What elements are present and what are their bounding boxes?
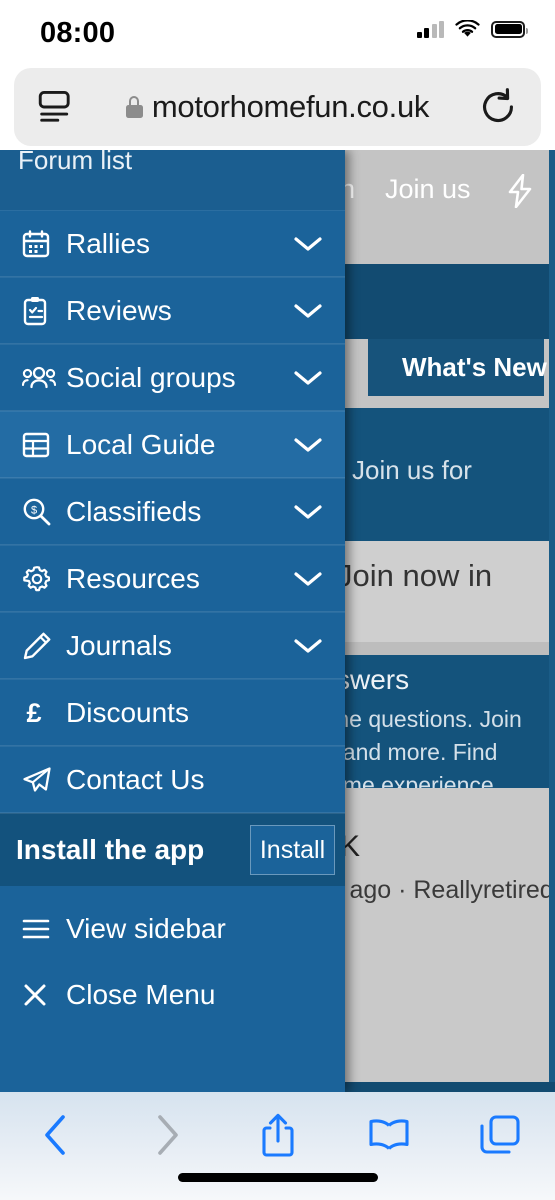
pencil-icon xyxy=(22,631,56,661)
chevron-down-icon[interactable] xyxy=(293,235,323,253)
home-indicator xyxy=(177,1173,378,1182)
answers-paragraph-line-2: , and more. Find xyxy=(330,739,498,765)
reload-icon[interactable] xyxy=(479,88,517,126)
slide-out-menu: Forum list Rallies Reviews Social groups… xyxy=(0,150,345,1092)
menu-item-contact-us[interactable]: Contact Us xyxy=(0,746,345,813)
menu-item-local-guide[interactable]: Local Guide xyxy=(0,411,345,478)
menu-item-social-groups[interactable]: Social groups xyxy=(0,344,345,411)
close-icon xyxy=(22,980,56,1010)
menu-item-label: Contact Us xyxy=(66,763,205,795)
join-us-for-text: Join us for xyxy=(352,455,472,485)
clipboard-check-icon xyxy=(22,296,56,326)
chevron-left-icon xyxy=(44,1115,65,1155)
hamburger-icon xyxy=(22,914,56,944)
chevron-down-icon[interactable] xyxy=(293,369,323,387)
back-button[interactable] xyxy=(0,1092,111,1178)
tabs-icon xyxy=(479,1115,520,1154)
bolt-icon[interactable] xyxy=(505,174,535,208)
calendar-icon xyxy=(22,229,56,259)
browser-address-bar[interactable]: motorhomefun.co.uk xyxy=(14,68,541,146)
chevron-down-icon[interactable] xyxy=(293,637,323,655)
status-bar-indicators xyxy=(416,20,528,38)
menu-header-label[interactable]: Forum list xyxy=(18,150,132,176)
cellular-bars-icon xyxy=(416,20,444,38)
status-bar-time: 08:00 xyxy=(40,17,116,49)
answers-paragraph-line-1: me questions. Join xyxy=(330,706,522,732)
toolbar-buttons xyxy=(0,1092,555,1178)
menu-item-rallies[interactable]: Rallies xyxy=(0,210,345,277)
forward-button[interactable] xyxy=(111,1092,222,1178)
menu-item-label: View sidebar xyxy=(66,913,226,944)
bookmarks-button[interactable] xyxy=(333,1092,444,1178)
whats-new-label: What's New xyxy=(402,352,547,382)
menu-item-label: Rallies xyxy=(66,227,151,259)
status-bar: 08:00 xyxy=(0,0,555,62)
menu-item-label: Discounts xyxy=(66,696,189,728)
chevron-down-icon[interactable] xyxy=(293,302,323,320)
answers-heading-fragment: swers xyxy=(336,664,410,695)
users-icon xyxy=(22,363,56,393)
browser-toolbar xyxy=(0,1092,555,1200)
tabs-button[interactable] xyxy=(444,1092,555,1178)
menu-item-label: Classifieds xyxy=(66,495,202,527)
chevron-down-icon[interactable] xyxy=(293,570,323,588)
page-right-edge xyxy=(549,150,555,1092)
nav-join-us-link[interactable]: Join us xyxy=(385,174,471,205)
menu-item-reviews[interactable]: Reviews xyxy=(0,277,345,344)
lock-icon xyxy=(125,96,143,118)
svg-text:£: £ xyxy=(26,698,41,728)
battery-full-icon xyxy=(491,20,528,38)
menu-item-discounts[interactable]: £ Discounts xyxy=(0,679,345,746)
pound-sign-icon: £ xyxy=(22,698,56,728)
menu-item-label: Resources xyxy=(66,562,200,594)
web-content-viewport: in Join us What's New Join us for Join n… xyxy=(0,150,555,1092)
menu-item-label: Journals xyxy=(66,629,172,661)
menu-item-label: Reviews xyxy=(66,294,172,326)
book-icon xyxy=(368,1119,409,1150)
search-dollar-icon: $ xyxy=(22,497,56,527)
menu-item-close-menu[interactable]: Close Menu xyxy=(0,962,345,1028)
menu-item-view-sidebar[interactable]: View sidebar xyxy=(0,896,345,962)
menu-item-label: Close Menu xyxy=(66,979,216,1010)
paper-plane-icon xyxy=(22,765,56,795)
join-now-in-heading: Join now in xyxy=(337,558,493,593)
chevron-down-icon[interactable] xyxy=(293,503,323,521)
install-button[interactable]: Install xyxy=(250,825,335,875)
menu-item-classifieds[interactable]: $ Classifieds xyxy=(0,478,345,545)
install-app-row: Install the app Install xyxy=(0,813,345,886)
whats-new-button[interactable]: What's New xyxy=(368,339,547,396)
table-icon xyxy=(22,430,56,460)
menu-header: Forum list xyxy=(0,150,345,210)
share-icon xyxy=(261,1113,294,1157)
gear-icon xyxy=(22,564,56,594)
phone-screen: 08:00 motorhomefun.co.uk Join us What's … xyxy=(0,0,555,1200)
install-app-label: Install the app xyxy=(16,834,205,865)
wifi-icon xyxy=(455,20,480,37)
share-button[interactable] xyxy=(222,1092,333,1178)
url-text: motorhomefun.co.uk xyxy=(151,89,430,124)
thread-meta: s ago · Reallyretired xyxy=(330,876,554,904)
menu-item-label: Local Guide xyxy=(66,428,216,460)
menu-item-journals[interactable]: Journals xyxy=(0,612,345,679)
chevron-down-icon[interactable] xyxy=(293,436,323,454)
chevron-right-icon xyxy=(157,1115,178,1155)
svg-text:$: $ xyxy=(31,504,37,516)
address-bar-content[interactable]: motorhomefun.co.uk xyxy=(14,68,541,146)
menu-item-resources[interactable]: Resources xyxy=(0,545,345,612)
menu-item-label: Social groups xyxy=(66,361,236,393)
